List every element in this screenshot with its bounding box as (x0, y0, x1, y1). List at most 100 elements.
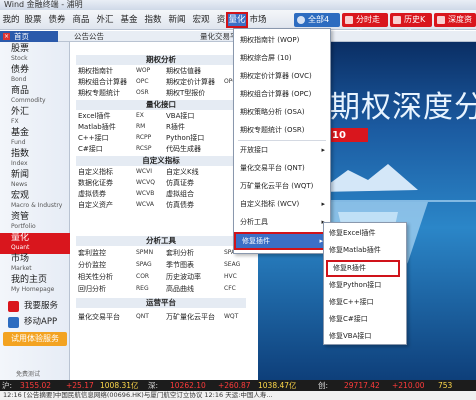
menu-bar: 我的 股票 债券 商品 外汇 基金 指数 新闻 宏观 资讯 量化 市场 全部4窗… (0, 10, 476, 38)
sidebar-item-portfolio[interactable]: 资管 Portfolio (0, 212, 70, 233)
grid-item-seasonal-chart[interactable]: 季节图表 (166, 260, 222, 270)
submenu-repair-cpp[interactable]: 修复C++接口 (324, 294, 406, 311)
sidebar-item-quant[interactable]: 量化 Quant (0, 233, 70, 254)
grid-item-csharp-interface[interactable]: C#接口 (78, 144, 134, 154)
grid-item-custom-kline[interactable]: 自定义K线 (166, 167, 222, 177)
sidebar-item-bond[interactable]: 债券 Bond (0, 65, 70, 86)
trial-button[interactable]: 试用体验服务 (3, 332, 67, 346)
menu-custom-indicator[interactable]: 自定义指标 (WCV) ▸ (234, 195, 330, 213)
banner-title: 期权深度分 (330, 90, 476, 125)
kline-history-button[interactable]: 历史K线 (390, 13, 432, 38)
grid-item-arbitrage-analysis[interactable]: 套利分析 (166, 248, 222, 258)
grid-item-quant-trading[interactable]: 量化交易平台 (78, 312, 134, 322)
grid-item-portfolio-calculator[interactable]: 期权组合计算器 (78, 77, 134, 87)
grid-item-correlation[interactable]: 相关性分析 (78, 272, 134, 282)
grid-item-wq-cloud[interactable]: 万矿量化云平台 (166, 312, 222, 322)
index-value-sz[interactable]: 10262.10 (170, 380, 206, 391)
grid-code: OSR (136, 89, 149, 96)
grid-item-custom-asset[interactable]: 自定义资产 (78, 200, 134, 210)
index-value-sh[interactable]: 3155.02 (20, 380, 51, 391)
grid-item-vba-interface[interactable]: VBA接口 (166, 111, 222, 121)
menu-item-commodity[interactable]: 商品 (70, 13, 92, 27)
menu-pricing-calculator[interactable]: 期权定价计算器 (OVC) (234, 67, 330, 85)
grid-item-cpp-interface[interactable]: C++接口 (78, 133, 134, 143)
menu-strategy-analysis[interactable]: 期权策略分析 (OSA) (234, 103, 330, 121)
menu-item-index[interactable]: 指数 (142, 13, 164, 27)
menu-item-market[interactable]: 市场 (248, 13, 268, 27)
grid-item-sim-bond[interactable]: 仿真债券 (166, 200, 222, 210)
grid-code: REG (136, 285, 149, 292)
menu-options-compass[interactable]: 期权指南针 (WOP) (234, 31, 330, 49)
grid-item-hist-volatility[interactable]: 历史波动率 (166, 272, 222, 282)
submenu-repair-vba[interactable]: 修复VBA接口 (324, 328, 406, 345)
grid-item-matlab-plugin[interactable]: Matlab插件 (78, 122, 134, 132)
sidebar-item-market[interactable]: 市场 Market (0, 254, 70, 275)
sidebar-item-macro[interactable]: 宏观 Macro & Industry (0, 191, 70, 212)
index-label-cy: 创: (318, 381, 329, 390)
menu-item-macro[interactable]: 宏观 (190, 13, 212, 27)
sidebar-item-homepage[interactable]: 我的主页 My Homepage (0, 275, 70, 296)
menu-portfolio-calculator[interactable]: 期权组合计算器 (OPC) (234, 85, 330, 103)
index-label-sz: 深: (148, 381, 159, 390)
news-ticker[interactable]: 12:16 [公告摘要]中国民航信息网络(00696.HK)与厦门航空订立协议 … (0, 391, 476, 400)
sidebar-item-stock[interactable]: 股票 Stock (0, 44, 70, 65)
grid-item-pricing-calculator[interactable]: 期权定价计算器 (166, 77, 222, 87)
grid-item-r-plugin[interactable]: R插件 (166, 122, 222, 132)
submenu-repair-python[interactable]: 修复Python接口 (324, 277, 406, 294)
grid-item-options-stats[interactable]: 期权专题统计 (78, 88, 134, 98)
menu-options-stats[interactable]: 期权专题统计 (OSR) (234, 121, 330, 139)
grid-item-regression[interactable]: 回归分析 (78, 284, 134, 294)
all-windows-button[interactable]: 全部4窗 (294, 13, 340, 38)
index-label-sh: 沪: (2, 381, 13, 390)
grid-item-commodity-curve[interactable]: 高品曲线 (166, 284, 222, 294)
intraday-chart-button[interactable]: 分时走势 (342, 13, 388, 38)
menu-item-news[interactable]: 新闻 (166, 13, 188, 27)
deep-data-button[interactable]: 深度资料 (434, 13, 476, 38)
windows-icon (297, 16, 305, 24)
candlestick-icon (393, 16, 401, 24)
menu-repair-plugins[interactable]: 修复插件 ▸ (234, 232, 330, 250)
submenu-repair-r[interactable]: 修复R插件 (326, 260, 400, 277)
grid-item-custom-indicator[interactable]: 自定义指标 (78, 167, 134, 177)
menu-item-stock[interactable]: 股票 (22, 13, 44, 27)
sidebar-item-fund[interactable]: 基金 Fund (0, 128, 70, 149)
grid-item-options-valuator[interactable]: 期权估值器 (166, 66, 222, 76)
submenu-repair-matlab[interactable]: 修复Matlab插件 (324, 242, 406, 259)
menu-quant-platform[interactable]: 量化交易平台 (QNT) (234, 159, 330, 177)
grid-item-virtual-portfolio[interactable]: 虚拟组合 (166, 189, 222, 199)
submenu-repair-csharp[interactable]: 修复C#接口 (324, 311, 406, 328)
menu-item-quant[interactable]: 量化 (226, 12, 248, 28)
menu-open-interface[interactable]: 开放接口 ▸ (234, 141, 330, 159)
menu-item-fx[interactable]: 外汇 (94, 13, 116, 27)
grid-item-excel-plugin[interactable]: Excel插件 (78, 111, 134, 121)
grid-code: COR (136, 273, 150, 280)
section-title-interfaces: 量化接口 (76, 100, 246, 110)
grid-item-code-generator[interactable]: 代码生成器 (166, 144, 222, 154)
sidebar-item-commodity[interactable]: 商品 Commodity (0, 86, 70, 107)
grid-item-arbitrage-monitor[interactable]: 套利监控 (78, 248, 134, 258)
close-icon[interactable]: × (3, 33, 10, 40)
grid-item-options-compass[interactable]: 期权指南针 (78, 66, 134, 76)
menu-item-bond[interactable]: 债券 (46, 13, 68, 27)
menu-analysis-tools[interactable]: 分析工具 ▸ (234, 213, 330, 231)
grid-item-t-quote[interactable]: 期权T型报价 (166, 88, 222, 98)
tab-announcements[interactable]: 公告公告 (60, 31, 130, 42)
index-value-cy[interactable]: 29717.42 (344, 380, 380, 391)
sidebar-item-index[interactable]: 指数 Index (0, 149, 70, 170)
menu-options-overview[interactable]: 期权综合屏 (10) (234, 49, 330, 67)
mobile-app-button[interactable]: 移动APP (0, 312, 70, 333)
tab-home[interactable]: × 首页 (0, 31, 58, 42)
grid-item-spread-monitor[interactable]: 分价监控 (78, 260, 134, 270)
sidebar-item-news[interactable]: 新闻 News (0, 170, 70, 191)
grid-code: WQT (224, 313, 239, 320)
grid-code: SPAG (136, 261, 152, 268)
menu-item-mine[interactable]: 我的 (2, 13, 20, 27)
sidebar-item-fx[interactable]: 外汇 FX (0, 107, 70, 128)
submenu-repair-excel[interactable]: 修复Excel插件 (324, 225, 406, 242)
grid-item-python-interface[interactable]: Python接口 (166, 133, 222, 143)
grid-item-virtual-bond[interactable]: 虚拟债券 (78, 189, 134, 199)
grid-item-sim-security[interactable]: 仿真证券 (166, 178, 222, 188)
grid-item-data-security[interactable]: 数据化证券 (78, 178, 134, 188)
menu-item-fund[interactable]: 基金 (118, 13, 140, 27)
menu-wq-cloud[interactable]: 万矿量化云平台 (WQT) (234, 177, 330, 195)
